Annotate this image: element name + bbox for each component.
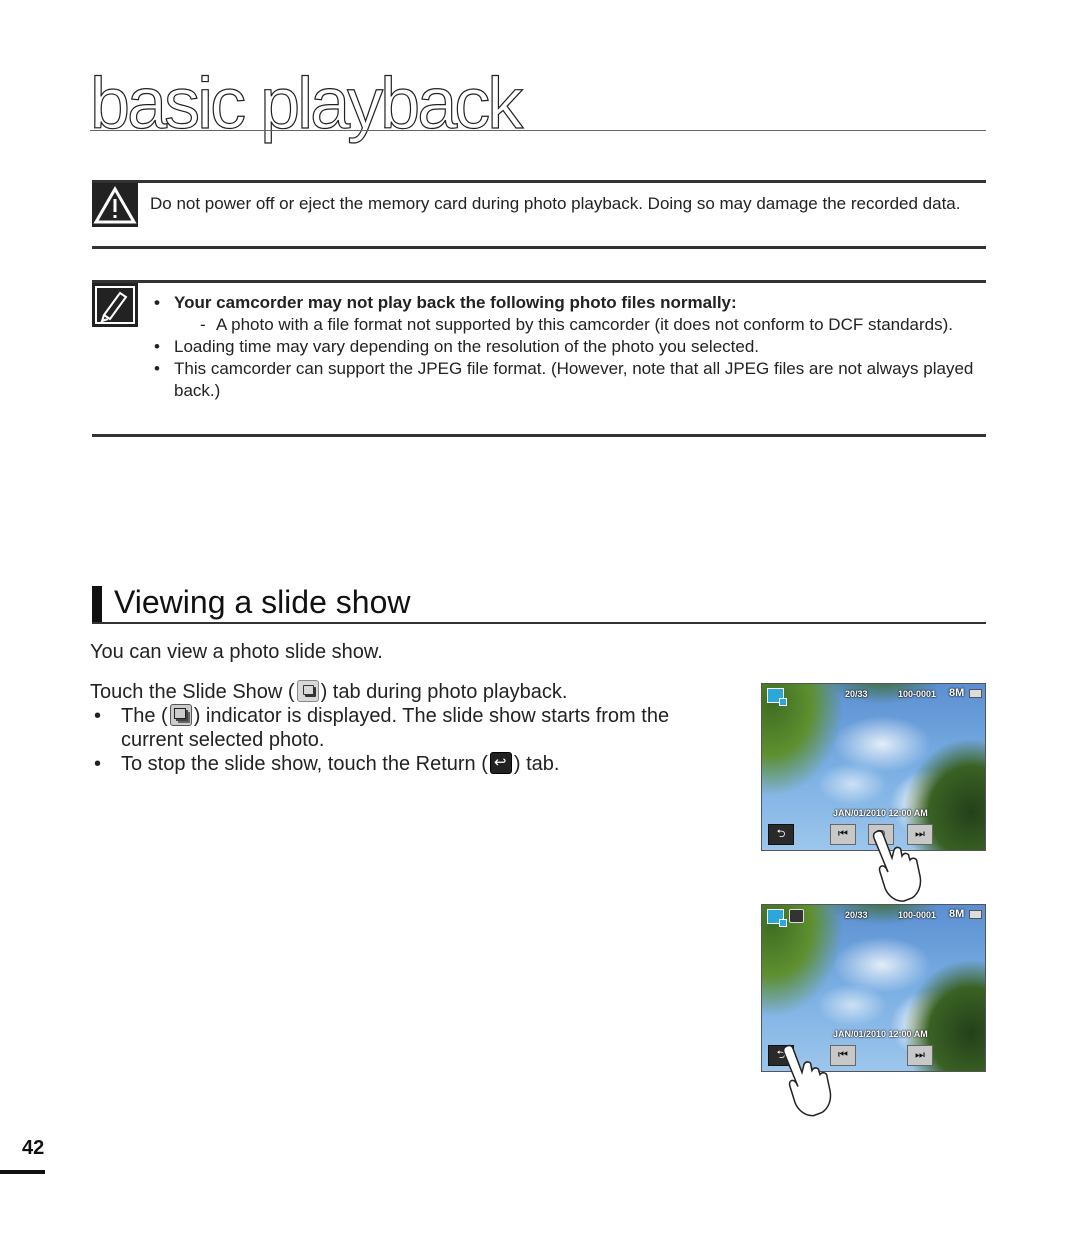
date-time: JAN/01/2010 12:00 AM xyxy=(833,1029,928,1039)
note-box: Your camcorder may not play back the fol… xyxy=(92,280,986,437)
note-item: Loading time may vary depending on the r… xyxy=(154,336,986,358)
step-text-prefix: Touch the Slide Show ( xyxy=(90,681,295,703)
pointing-hand-icon xyxy=(872,830,922,902)
step-bullets: The () indicator is displayed. The slide… xyxy=(90,703,730,776)
photo-mode-icon xyxy=(767,688,787,706)
bullet-text-prefix: To stop the slide show, touch the Return… xyxy=(121,753,488,775)
note-list: Your camcorder may not play back the fol… xyxy=(154,292,986,402)
file-number: 100-0001 xyxy=(898,689,937,699)
slideshow-indicator-icon xyxy=(789,909,804,923)
photo-counter: 20/33 xyxy=(845,689,868,699)
pointing-hand-icon xyxy=(782,1044,832,1117)
bullet-item: To stop the slide show, touch the Return… xyxy=(90,751,730,776)
bullet-item: The () indicator is displayed. The slide… xyxy=(90,703,730,752)
section-title: Viewing a slide show xyxy=(114,584,411,620)
battery-icon xyxy=(969,689,982,698)
return-icon xyxy=(489,751,512,774)
previous-button[interactable]: ⏮ xyxy=(830,824,856,845)
section-rule xyxy=(92,622,986,624)
resolution-indicator: 8M xyxy=(949,908,965,920)
photo-counter: 20/33 xyxy=(845,910,868,920)
resolution-indicator: 8M xyxy=(949,687,965,699)
note-item: Your camcorder may not play back the fol… xyxy=(154,292,986,336)
date-time: JAN/01/2010 12:00 AM xyxy=(833,808,928,818)
page-number-rule xyxy=(0,1170,45,1174)
page-number: 42 xyxy=(22,1137,45,1159)
note-item-text: Your camcorder may not play back the fol… xyxy=(174,293,737,312)
photo-mode-icon xyxy=(767,909,787,927)
file-number: 100-0001 xyxy=(898,910,937,920)
next-button[interactable]: ⏭ xyxy=(907,1045,933,1066)
bullet-text-suffix: ) indicator is displayed. The slide show… xyxy=(121,705,670,751)
warning-box: Do not power off or eject the memory car… xyxy=(92,180,986,249)
return-button[interactable]: ⮌ xyxy=(768,824,794,845)
step-text-suffix: ) tab during photo playback. xyxy=(320,681,568,703)
section-marker xyxy=(92,586,102,622)
step-instruction: Touch the Slide Show ( ) tab during photo… xyxy=(90,679,568,704)
warning-triangle-icon xyxy=(92,183,138,227)
warning-text: Do not power off or eject the memory car… xyxy=(150,194,961,213)
slideshow-indicator-icon xyxy=(169,703,192,726)
section-intro: You can view a photo slide show. xyxy=(90,641,383,663)
camcorder-screen-playback: 20/33 100-0001 8M JAN/01/2010 12:00 AM ⮌… xyxy=(761,683,986,851)
note-sub-item: A photo with a file format not supported… xyxy=(174,314,986,336)
note-pencil-icon xyxy=(92,283,138,327)
note-item: This camcorder can support the JPEG file… xyxy=(154,358,986,402)
bullet-text-suffix: ) tab. xyxy=(513,753,560,775)
slideshow-icon xyxy=(296,679,319,702)
bullet-text-prefix: The ( xyxy=(121,705,168,727)
title-rule xyxy=(90,130,986,131)
battery-icon xyxy=(969,910,982,919)
